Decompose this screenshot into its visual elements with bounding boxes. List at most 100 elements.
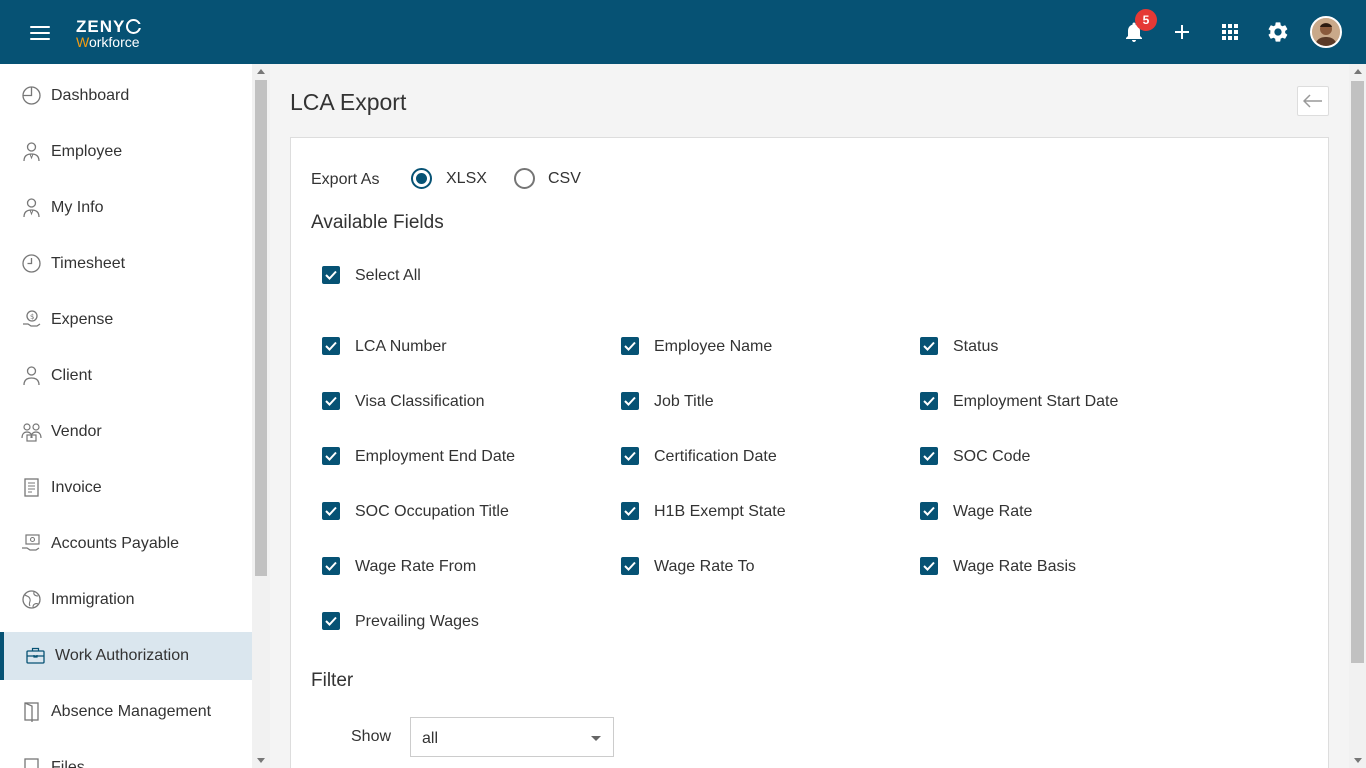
sidebar-item-immigration[interactable]: Immigration bbox=[0, 576, 252, 624]
xlsx-radio[interactable] bbox=[411, 168, 432, 189]
field-checkbox[interactable] bbox=[322, 392, 340, 410]
field-checkbox[interactable] bbox=[322, 502, 340, 520]
logo-w: W bbox=[76, 34, 89, 50]
field-label[interactable]: Status bbox=[953, 338, 998, 356]
sidebar-item-dashboard[interactable]: Dashboard bbox=[0, 72, 252, 120]
field-label[interactable]: Prevailing Wages bbox=[355, 613, 479, 631]
app-logo[interactable]: ZENY Workforce bbox=[76, 17, 143, 50]
sidebar-item-label: Absence Management bbox=[51, 703, 212, 720]
field-label[interactable]: Employee Name bbox=[654, 338, 772, 356]
field-checkbox[interactable] bbox=[322, 447, 340, 465]
xlsx-label[interactable]: XLSX bbox=[446, 170, 487, 188]
dashboard-icon bbox=[22, 86, 41, 105]
sidebar-item-work-authorization[interactable]: Work Authorization bbox=[0, 632, 252, 680]
svg-text:$: $ bbox=[30, 313, 34, 321]
sidebar-item-employee[interactable]: Employee bbox=[0, 128, 252, 176]
field-checkbox[interactable] bbox=[322, 612, 340, 630]
sidebar-item-invoice[interactable]: Invoice bbox=[0, 464, 252, 512]
main-scrollbar[interactable] bbox=[1349, 64, 1366, 768]
field-checkbox[interactable] bbox=[920, 392, 938, 410]
sidebar-item-label: Work Authorization bbox=[55, 647, 189, 664]
field-label[interactable]: Visa Classification bbox=[355, 393, 485, 411]
page-title: LCA Export bbox=[290, 89, 407, 115]
csv-label[interactable]: CSV bbox=[548, 170, 581, 188]
sidebar-item-timesheet[interactable]: Timesheet bbox=[0, 240, 252, 288]
show-label: Show bbox=[351, 728, 392, 745]
invoice-icon bbox=[24, 478, 39, 497]
sidebar-item-client[interactable]: Client bbox=[0, 352, 252, 400]
field-checkbox[interactable] bbox=[621, 557, 639, 575]
show-select-value: all bbox=[422, 730, 439, 747]
field-label[interactable]: Employment Start Date bbox=[953, 393, 1118, 411]
sidebar-item-label: Employee bbox=[51, 143, 123, 160]
field-label[interactable]: H1B Exempt State bbox=[654, 503, 786, 521]
sidebar-item-label: Timesheet bbox=[51, 255, 126, 272]
sidebar-item-expense[interactable]: $ Expense bbox=[0, 296, 252, 344]
scroll-down-icon[interactable] bbox=[1354, 758, 1362, 763]
employee-icon bbox=[23, 142, 40, 162]
select-all-label[interactable]: Select All bbox=[355, 267, 421, 285]
csv-radio[interactable] bbox=[514, 168, 535, 189]
field-checkbox[interactable] bbox=[322, 557, 340, 575]
field-label[interactable]: Wage Rate To bbox=[654, 558, 755, 576]
field-label[interactable]: Employment End Date bbox=[355, 448, 515, 466]
field-label[interactable]: Wage Rate bbox=[953, 503, 1032, 521]
available-fields-title: Available Fields bbox=[311, 212, 444, 233]
field-label[interactable]: Wage Rate Basis bbox=[953, 558, 1076, 576]
main-scroll-thumb[interactable] bbox=[1351, 81, 1364, 663]
user-avatar[interactable] bbox=[1310, 16, 1342, 48]
sidebar-item-label: Invoice bbox=[51, 479, 102, 496]
client-icon bbox=[23, 366, 40, 386]
sidebar-item-label: Vendor bbox=[51, 423, 102, 440]
field-checkbox[interactable] bbox=[621, 447, 639, 465]
sidebar-item-label: Accounts Payable bbox=[51, 535, 180, 552]
sidebar-item-label: Files bbox=[51, 759, 85, 768]
sidebar: Dashboard Employee My Info Timesheet $ E… bbox=[0, 64, 252, 768]
sidebar-item-label: Client bbox=[51, 367, 92, 384]
sidebar-item-absence-management[interactable]: Absence Management bbox=[0, 688, 252, 736]
scroll-up-icon[interactable] bbox=[1354, 69, 1362, 74]
select-all-checkbox[interactable] bbox=[322, 266, 340, 284]
field-checkbox[interactable] bbox=[322, 337, 340, 355]
gear-icon[interactable] bbox=[1266, 20, 1290, 44]
sidebar-item-vendor[interactable]: Vendor bbox=[0, 408, 252, 456]
my-info-icon bbox=[23, 198, 40, 218]
sidebar-item-accounts-payable[interactable]: Accounts Payable bbox=[0, 520, 252, 568]
field-label[interactable]: SOC Code bbox=[953, 448, 1030, 466]
back-button[interactable] bbox=[1297, 86, 1329, 116]
field-checkbox[interactable] bbox=[920, 502, 938, 520]
logo-text: ZENY bbox=[76, 17, 126, 36]
filter-title: Filter bbox=[311, 670, 354, 691]
menu-icon[interactable] bbox=[30, 26, 50, 40]
field-label[interactable]: Certification Date bbox=[654, 448, 777, 466]
sidebar-item-label: Immigration bbox=[51, 591, 135, 608]
field-checkbox[interactable] bbox=[621, 337, 639, 355]
sidebar-scrollbar[interactable] bbox=[252, 64, 270, 768]
expense-icon: $ bbox=[23, 310, 41, 327]
sidebar-scroll-thumb[interactable] bbox=[255, 80, 267, 576]
sidebar-item-label: Dashboard bbox=[51, 87, 130, 104]
globe-icon bbox=[22, 590, 41, 609]
scroll-up-icon[interactable] bbox=[257, 69, 265, 74]
sidebar-item-my-info[interactable]: My Info bbox=[0, 184, 252, 232]
field-checkbox[interactable] bbox=[920, 447, 938, 465]
sidebar-item-files[interactable]: Files bbox=[0, 744, 252, 768]
field-label[interactable]: Wage Rate From bbox=[355, 558, 476, 576]
show-select[interactable]: all bbox=[410, 717, 614, 757]
accounts-payable-icon bbox=[22, 534, 40, 551]
chevron-down-icon bbox=[591, 736, 601, 741]
add-icon[interactable] bbox=[1170, 20, 1194, 44]
scroll-down-icon[interactable] bbox=[257, 758, 265, 763]
notification-badge[interactable]: 5 bbox=[1135, 9, 1157, 31]
field-checkbox[interactable] bbox=[920, 337, 938, 355]
files-icon bbox=[24, 758, 39, 768]
field-checkbox[interactable] bbox=[920, 557, 938, 575]
field-label[interactable]: SOC Occupation Title bbox=[355, 503, 509, 521]
door-icon bbox=[24, 702, 39, 722]
apps-icon[interactable] bbox=[1218, 20, 1242, 44]
field-checkbox[interactable] bbox=[621, 392, 639, 410]
field-label[interactable]: Job Title bbox=[654, 393, 714, 411]
field-label[interactable]: LCA Number bbox=[355, 338, 447, 356]
field-checkbox[interactable] bbox=[621, 502, 639, 520]
export-as-label: Export As bbox=[311, 171, 380, 188]
